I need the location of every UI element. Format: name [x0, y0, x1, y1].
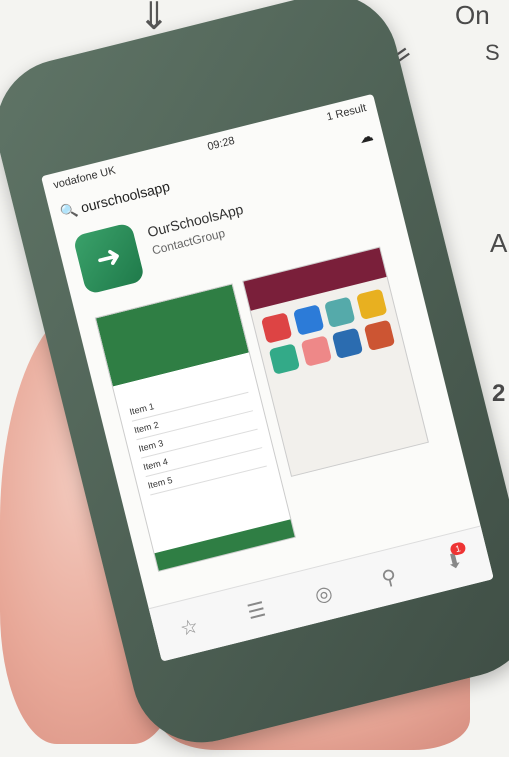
margin-text-s1: S: [485, 40, 500, 65]
tile: [292, 304, 324, 336]
tile: [363, 319, 395, 352]
carrier-label: vodafone UK: [52, 164, 117, 192]
tile: [355, 288, 388, 321]
search-icon[interactable]: ⚲: [379, 563, 399, 591]
featured-icon[interactable]: ☆: [177, 613, 201, 642]
tile: [268, 343, 301, 375]
explore-icon[interactable]: ◎: [312, 579, 335, 607]
margin-text-2: 2: [492, 380, 506, 407]
margin-text-on: On: [455, 0, 490, 30]
charts-icon[interactable]: ☰: [245, 596, 268, 625]
results-label: 1 Result: [325, 102, 368, 124]
download-icon[interactable]: ☁: [357, 127, 375, 147]
menu-list: Item 1 Item 2 Item 3 Item 4 Item 5: [127, 374, 267, 496]
app-icon[interactable]: ➜: [72, 222, 146, 295]
tile: [260, 312, 293, 344]
time-label: 09:28: [206, 134, 236, 154]
search-query: ourschoolsapp: [79, 177, 172, 216]
phone-screen: vodafone UK 09:28 1 Result 🔍 ourschoolsa…: [41, 93, 494, 662]
tile: [300, 335, 332, 367]
preview-footer: [154, 519, 295, 571]
tile: [331, 327, 364, 360]
margin-text-a: A: [490, 228, 508, 258]
tile: [323, 296, 356, 329]
